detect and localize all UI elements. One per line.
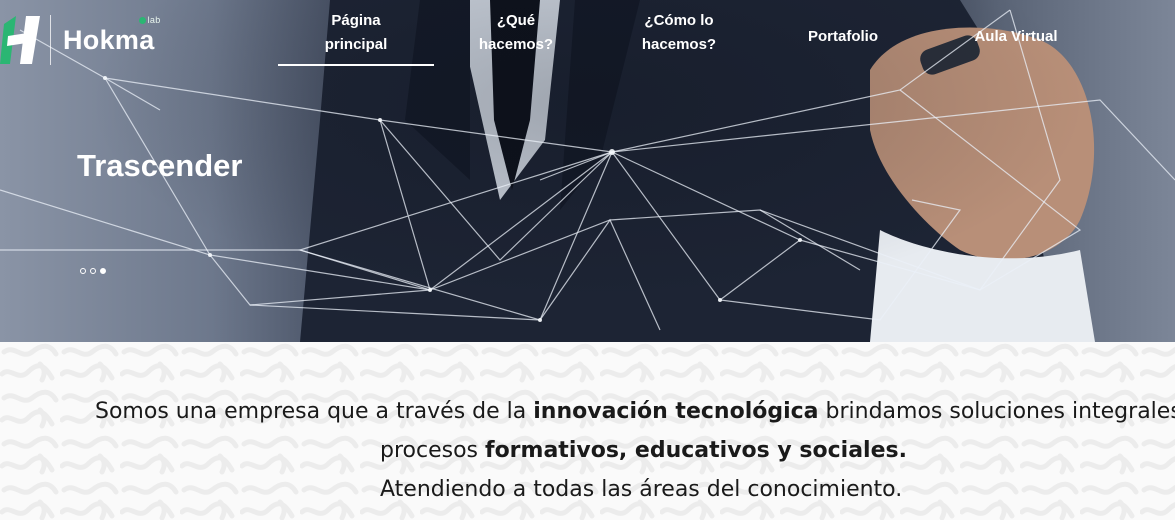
nav-label-line1: ¿Cómo lo: [644, 12, 714, 29]
nav-item-como-lo-hacemos[interactable]: ¿Cómo lo hacemos?: [608, 0, 750, 66]
brand-name-text: Hokma: [63, 24, 155, 55]
nav-item-pagina-principal[interactable]: Página principal: [278, 0, 434, 66]
brand-sublabel-text: lab: [147, 14, 161, 25]
brand-logo[interactable]: Hokma lab: [0, 12, 160, 68]
nav-item-portafolio[interactable]: Portafolio: [772, 4, 914, 70]
intro-line-2: procesos formativos, educativos y social…: [380, 431, 907, 470]
intro-highlight: innovación tecnológica: [533, 399, 819, 424]
carousel-dot-3[interactable]: [100, 268, 106, 274]
carousel-dot-1[interactable]: [80, 268, 86, 274]
brand-name: Hokma lab: [63, 15, 160, 56]
intro-text: procesos: [380, 438, 485, 463]
nav-label-line2: principal: [324, 36, 388, 53]
intro-text: brindamos soluciones integrales en: [825, 399, 1175, 424]
brand-sublabel: lab: [138, 14, 161, 25]
intro-line-1: Somos una empresa que a través de la inn…: [95, 392, 1175, 431]
lab-dot-icon: [138, 16, 146, 24]
hokma-h-logo-icon: [0, 16, 40, 64]
nav-label: Aula Virtual: [974, 28, 1058, 45]
nav-label-line1: ¿Qué: [496, 12, 536, 29]
nav-label-line1: Página: [331, 12, 381, 29]
carousel-indicators: [80, 268, 106, 274]
nav-item-que-hacemos[interactable]: ¿Qué hacemos?: [446, 0, 586, 66]
hero-banner: Hokma lab Página principal ¿Qué hacemos? ¿…: [0, 0, 1175, 342]
intro-highlight: formativos, educativos y sociales.: [485, 438, 907, 463]
intro-text: Somos una empresa que a través de la: [95, 399, 534, 424]
carousel-dot-2[interactable]: [90, 268, 96, 274]
nav-label: Portafolio: [808, 28, 878, 45]
nav-label-line2: hacemos?: [641, 36, 717, 53]
nav-label-line2: hacemos?: [478, 36, 554, 53]
nav-item-aula-virtual[interactable]: Aula Virtual: [938, 4, 1094, 70]
intro-line-3: Atendiendo a todas las áreas del conocim…: [380, 477, 903, 502]
hero-title: Trascender: [77, 148, 243, 183]
logo-divider: [50, 15, 51, 65]
